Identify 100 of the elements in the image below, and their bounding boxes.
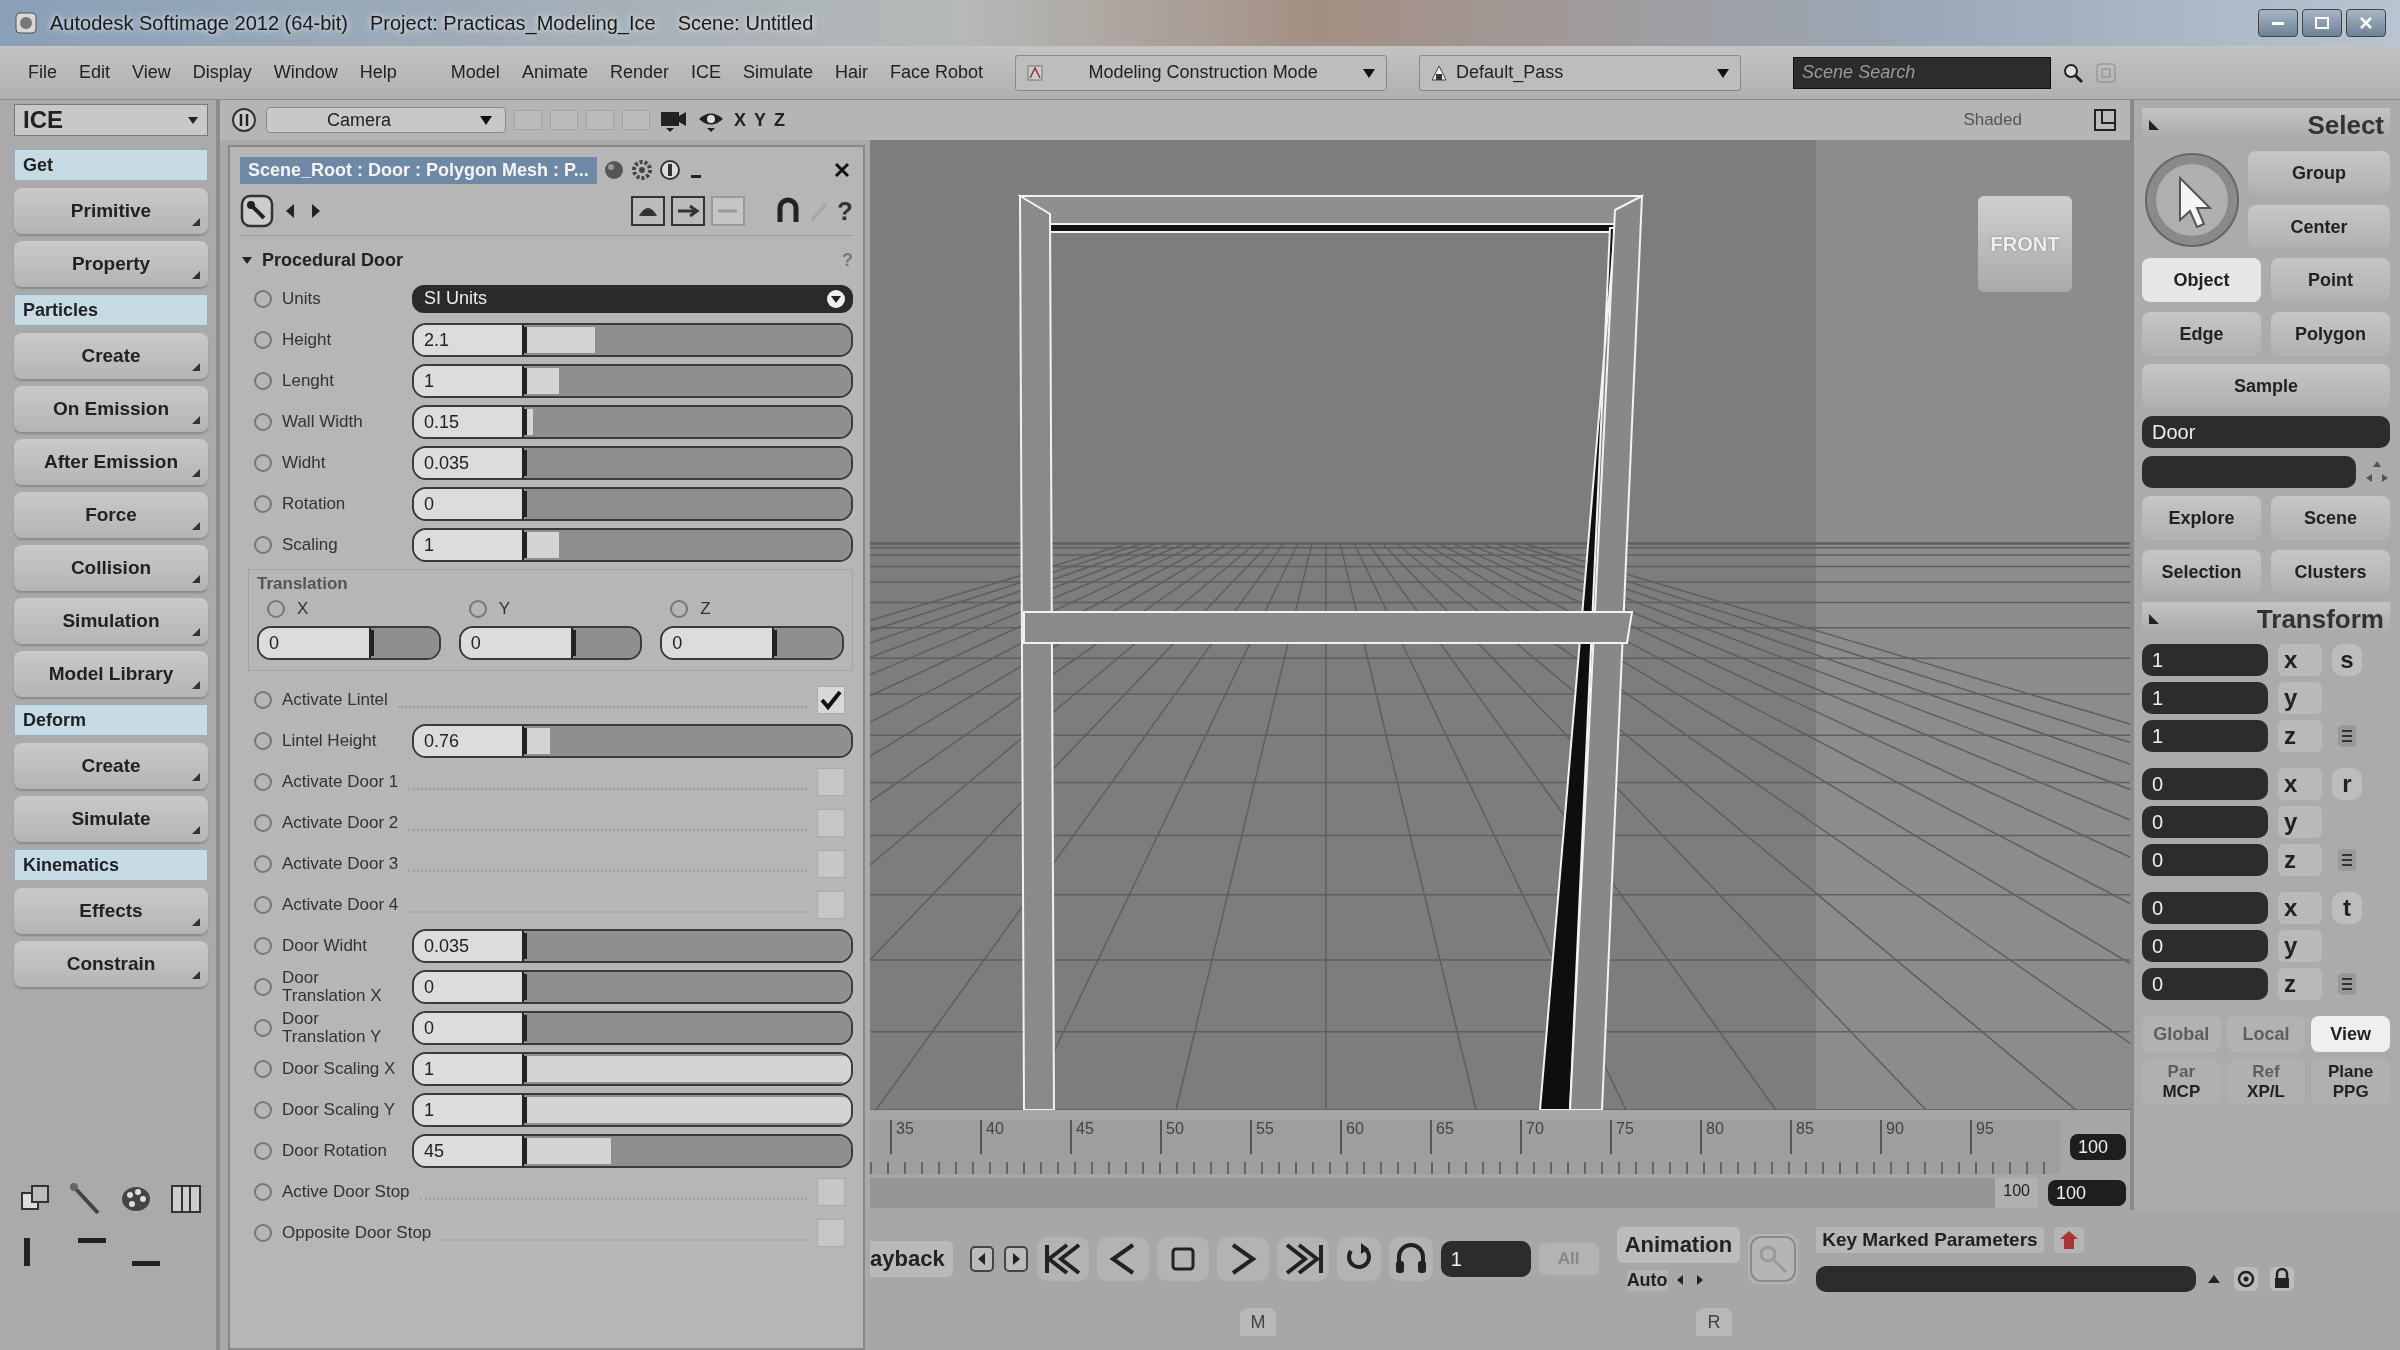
menu-item[interactable]: Display	[192, 62, 252, 83]
value-field[interactable]: 0	[414, 1012, 524, 1043]
filter-button[interactable]: Object	[2142, 258, 2261, 302]
value-field[interactable]: 1	[414, 1094, 524, 1125]
range-end-field[interactable]: 100	[2048, 1180, 2126, 1206]
transform-field[interactable]: 0	[2142, 768, 2268, 800]
toolbar-button[interactable]: Create	[14, 743, 208, 789]
module-menu-item[interactable]: Render	[609, 62, 669, 83]
key-marked-parameters-button[interactable]: Key Marked Parameters	[1816, 1227, 2044, 1253]
space-button[interactable]: View	[2311, 1016, 2390, 1052]
reference-button[interactable]: Plane PPG	[2311, 1060, 2390, 1104]
value-field[interactable]: 0.15	[414, 406, 524, 437]
toolbar-button[interactable]: Force	[14, 492, 208, 538]
select-arrow-button[interactable]	[2142, 150, 2242, 250]
arrows-icon[interactable]	[2364, 459, 2390, 485]
transform-field[interactable]: 1	[2142, 720, 2268, 752]
toolbar-button[interactable]: Simulation	[14, 598, 208, 644]
value-field[interactable]: 0	[414, 971, 524, 1002]
toolbar-button[interactable]: Create	[14, 333, 208, 379]
close-button[interactable]	[2346, 9, 2386, 37]
value-field[interactable]: 0.035	[414, 930, 524, 961]
checkbox[interactable]	[817, 685, 845, 714]
axis-button[interactable]: z	[2278, 844, 2322, 876]
toolbar-button[interactable]: Effects	[14, 888, 208, 934]
section-header[interactable]: Deform	[14, 704, 208, 736]
slider-control[interactable]: 1	[412, 1051, 853, 1086]
slider-control[interactable]: 0.035	[412, 928, 853, 963]
stop-icon[interactable]	[1156, 1237, 1209, 1281]
transform-field[interactable]: 0	[2142, 844, 2268, 876]
explorer-button[interactable]: Clusters	[2271, 550, 2390, 594]
headphones-icon[interactable]	[1388, 1237, 1433, 1281]
key-field[interactable]	[1816, 1266, 2197, 1292]
frame-field[interactable]: 1	[1440, 1241, 1531, 1277]
axis-button[interactable]: z	[2278, 968, 2322, 1000]
pass-dropdown[interactable]: Default_Pass	[1419, 54, 1742, 91]
value-field[interactable]: 45	[414, 1135, 524, 1166]
module-menu-item[interactable]: Simulate	[743, 62, 813, 83]
section-header[interactable]: Particles	[14, 294, 208, 326]
display-mode-menu[interactable]: Shaded	[1963, 110, 2022, 130]
toolbar-button[interactable]: Property	[14, 241, 208, 287]
value-field[interactable]: 0	[662, 628, 775, 658]
select-tool-button[interactable]: Center	[2248, 205, 2390, 249]
next-key-icon[interactable]	[1002, 1244, 1029, 1274]
toolbar-button[interactable]: Model Library	[14, 651, 208, 697]
end-frame-field[interactable]: 100	[2070, 1134, 2126, 1160]
section-title[interactable]: Procedural Door	[262, 249, 404, 271]
slider-control[interactable]: 0	[257, 626, 441, 660]
value-field[interactable]: 0.035	[414, 447, 524, 478]
axis-button[interactable]: y	[2278, 806, 2322, 838]
explorer-button[interactable]: Scene	[2271, 496, 2390, 540]
marker-tab[interactable]: R	[1696, 1308, 1732, 1336]
filter-button[interactable]: Point	[2271, 258, 2390, 302]
explorer-button[interactable]: Explore	[2142, 496, 2261, 540]
transform-field[interactable]: 0	[2142, 968, 2268, 1000]
camera-dropdown[interactable]: Camera	[266, 107, 506, 133]
units-dropdown[interactable]: SI Units	[412, 284, 853, 313]
slider-control[interactable]: 0	[412, 969, 853, 1004]
marker-tab[interactable]: M	[1240, 1308, 1276, 1336]
value-field[interactable]: 1	[414, 529, 524, 560]
transform-field[interactable]: 0	[2142, 806, 2268, 838]
wrench-icon[interactable]	[240, 194, 274, 228]
animation-button[interactable]: Animation	[1616, 1227, 1741, 1263]
axis-toggle[interactable]: Z	[774, 109, 786, 131]
transform-field[interactable]: 0	[2142, 892, 2268, 924]
axis-button[interactable]: z	[2278, 720, 2322, 752]
explorer-button[interactable]: Selection	[2142, 550, 2261, 594]
toolbar-button[interactable]: Primitive	[14, 188, 208, 234]
gear-icon[interactable]	[630, 159, 653, 181]
previous-key-icon[interactable]	[968, 1244, 995, 1274]
menu-item[interactable]: Window	[273, 62, 338, 83]
transform-mode-button[interactable]: r	[2332, 768, 2362, 800]
lines-icon[interactable]	[2336, 847, 2358, 873]
value-field[interactable]: 0	[414, 488, 524, 519]
axis-toggle[interactable]: Y	[754, 109, 767, 131]
select-tool-button[interactable]: Group	[2248, 151, 2390, 195]
time-ruler[interactable]: 35 40 45 50 55 60 65 70 75 80 85 90 95	[870, 1120, 2060, 1174]
toolbar-button[interactable]: Collision	[14, 545, 208, 591]
auto-key-button[interactable]: Auto	[1626, 1269, 1668, 1291]
maximize-button[interactable]	[2302, 9, 2342, 37]
value-field[interactable]: 0.76	[414, 725, 524, 756]
transform-field[interactable]: 0	[2142, 930, 2268, 962]
value-field[interactable]: 0	[259, 628, 371, 658]
loop-icon[interactable]	[1336, 1237, 1381, 1281]
value-field[interactable]: 2.1	[414, 324, 524, 355]
menu-item[interactable]: View	[132, 62, 171, 83]
checkbox[interactable]	[817, 849, 845, 878]
selection-field[interactable]	[2142, 456, 2356, 488]
transform-field[interactable]: 1	[2142, 644, 2268, 676]
checkbox[interactable]	[817, 808, 845, 837]
toolbar-button[interactable]: Simulate	[14, 796, 208, 842]
checkbox[interactable]	[817, 767, 845, 796]
slider-control[interactable]: 0	[412, 486, 853, 521]
sample-button[interactable]: Sample	[2142, 364, 2390, 408]
module-menu-item[interactable]: Animate	[521, 62, 588, 83]
slider-control[interactable]: 1	[412, 527, 853, 562]
checkbox[interactable]	[817, 1218, 845, 1247]
toolbar-button[interactable]: Constrain	[14, 941, 208, 987]
axis-button[interactable]: x	[2278, 768, 2322, 800]
help-button[interactable]: ?	[837, 195, 853, 227]
play-icon[interactable]	[1216, 1237, 1269, 1281]
